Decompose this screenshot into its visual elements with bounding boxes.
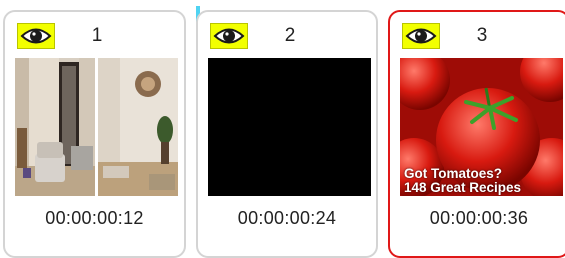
frame-timecode: 00:00:00:36 bbox=[429, 208, 529, 228]
frame-card-3[interactable]: 3 Got Tomatoes? 148 Great Recipes 00:00:… bbox=[388, 10, 565, 258]
eye-icon[interactable] bbox=[402, 23, 440, 49]
frame-card-1[interactable]: 1 00:00:00:12 bbox=[3, 10, 186, 258]
eye-icon[interactable] bbox=[210, 23, 248, 49]
frame-number: 2 bbox=[284, 25, 296, 46]
frame-thumbnail[interactable]: Got Tomatoes? 148 Great Recipes bbox=[400, 58, 563, 196]
thumbnail-caption: Got Tomatoes? 148 Great Recipes bbox=[404, 167, 521, 195]
frame-timecode: 00:00:00:24 bbox=[237, 208, 337, 228]
eye-icon[interactable] bbox=[17, 23, 55, 49]
frame-thumbnail[interactable] bbox=[208, 58, 371, 196]
frame-timecode: 00:00:00:12 bbox=[45, 208, 144, 228]
frame-number: 3 bbox=[476, 25, 488, 46]
caption-line-1: Got Tomatoes? bbox=[404, 166, 503, 181]
frame-thumbnail[interactable] bbox=[15, 58, 178, 196]
caption-line-2: 148 Great Recipes bbox=[404, 180, 522, 195]
frame-card-2[interactable]: 2 00:00:00:24 bbox=[196, 10, 378, 258]
frame-number: 1 bbox=[91, 25, 103, 46]
